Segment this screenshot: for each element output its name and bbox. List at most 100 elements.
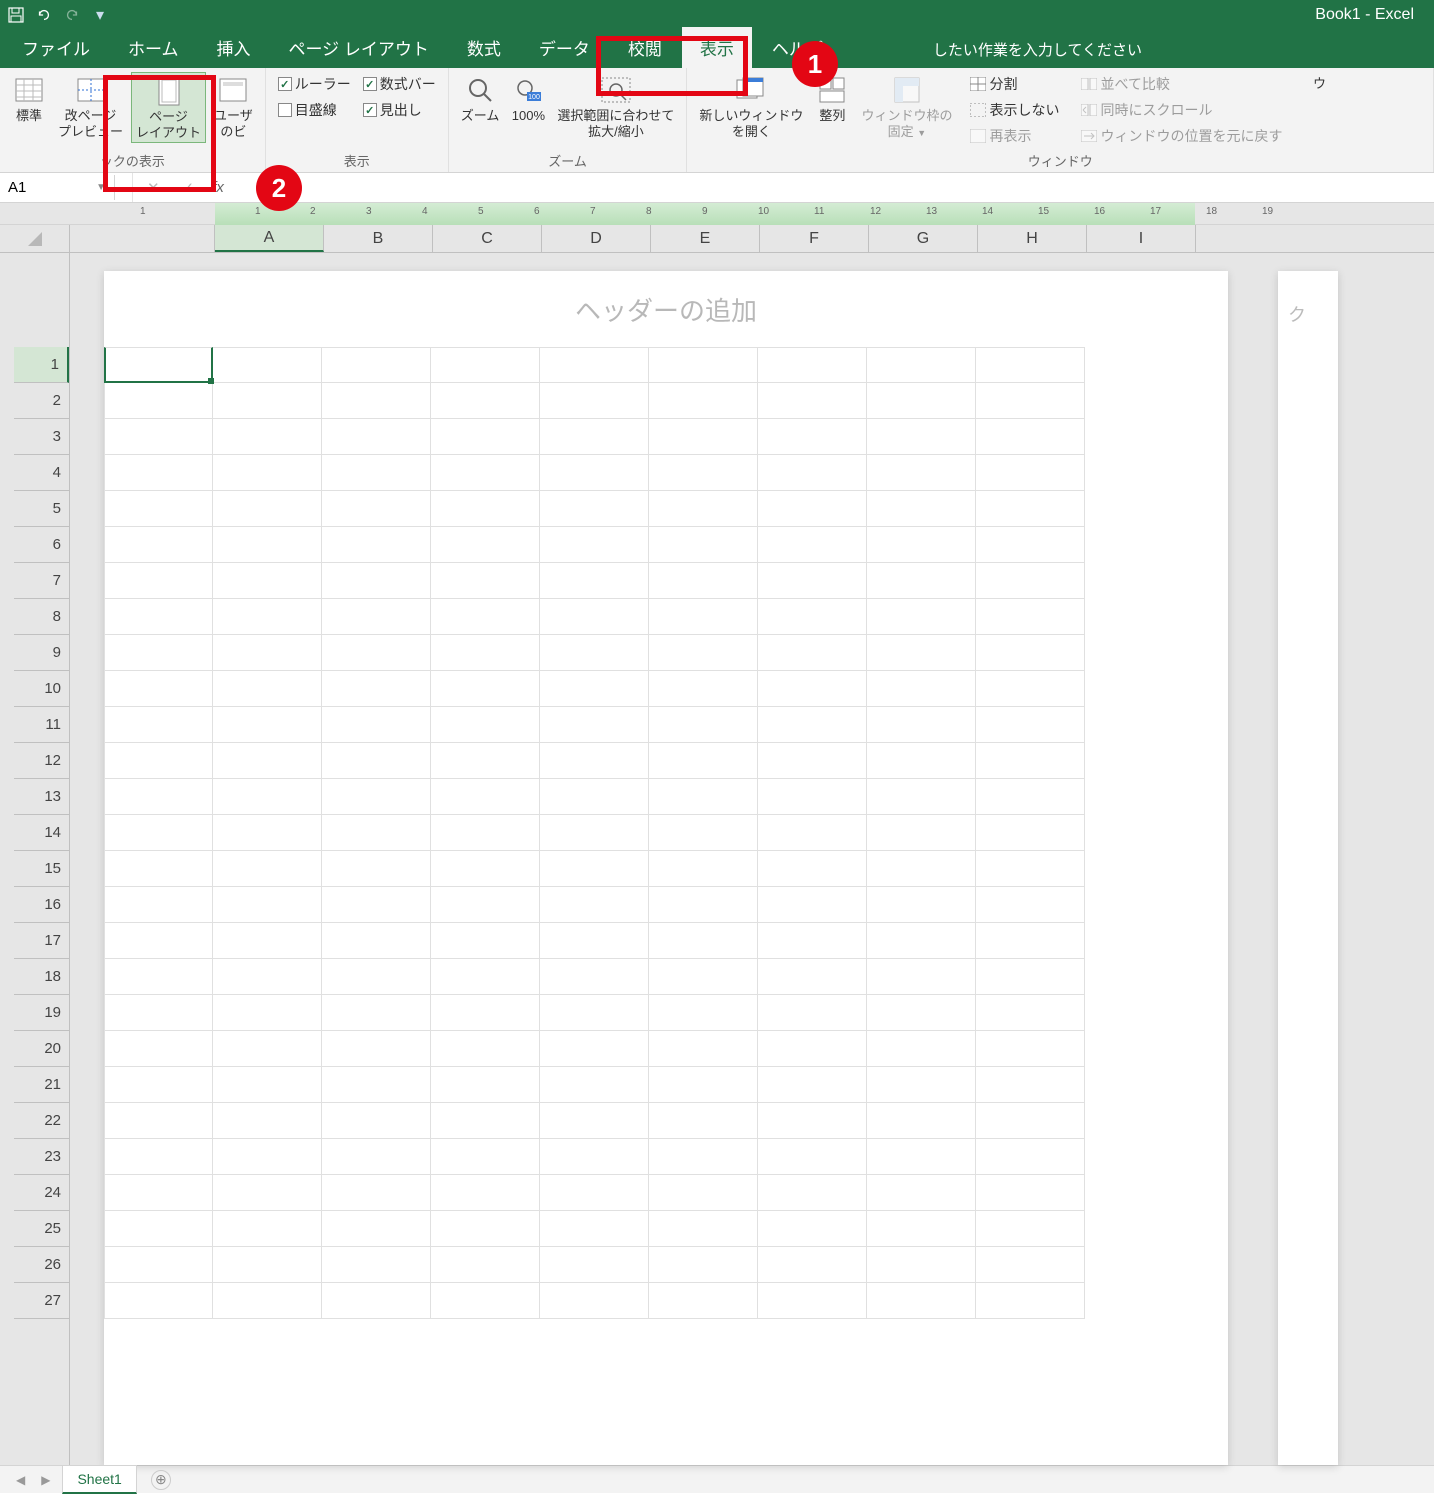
cell[interactable] [322, 959, 431, 995]
cell[interactable] [867, 563, 976, 599]
row-header-21[interactable]: 21 [14, 1067, 69, 1103]
cell[interactable] [976, 1031, 1085, 1067]
cell[interactable] [976, 491, 1085, 527]
cell[interactable] [213, 491, 322, 527]
cell[interactable] [867, 1211, 976, 1247]
row-header-19[interactable]: 19 [14, 995, 69, 1031]
cell[interactable] [431, 1103, 540, 1139]
cell[interactable] [540, 959, 649, 995]
cell[interactable] [867, 923, 976, 959]
row-header-15[interactable]: 15 [14, 851, 69, 887]
row-header-1[interactable]: 1 [14, 347, 69, 383]
cell[interactable] [976, 563, 1085, 599]
cell[interactable] [322, 563, 431, 599]
cell[interactable] [649, 1175, 758, 1211]
cell[interactable] [867, 1103, 976, 1139]
cell[interactable] [104, 1175, 213, 1211]
select-all-triangle[interactable] [0, 225, 70, 252]
cell[interactable] [322, 527, 431, 563]
row-header-10[interactable]: 10 [14, 671, 69, 707]
cell[interactable] [322, 1211, 431, 1247]
redo-icon[interactable] [64, 7, 80, 23]
cell[interactable] [104, 563, 213, 599]
cell[interactable] [649, 455, 758, 491]
cell[interactable] [976, 1067, 1085, 1103]
cell[interactable] [104, 1283, 213, 1319]
cell[interactable] [431, 707, 540, 743]
add-sheet-button[interactable]: ⊕ [151, 1470, 171, 1490]
cell[interactable] [431, 851, 540, 887]
cell[interactable] [213, 1139, 322, 1175]
cell[interactable] [104, 671, 213, 707]
cell[interactable] [649, 1103, 758, 1139]
cell[interactable] [213, 851, 322, 887]
cell[interactable] [976, 671, 1085, 707]
cell[interactable] [104, 995, 213, 1031]
cell[interactable] [540, 743, 649, 779]
cell[interactable] [431, 491, 540, 527]
cell[interactable] [431, 671, 540, 707]
cell[interactable] [758, 347, 867, 383]
cell[interactable] [322, 1103, 431, 1139]
col-header-d[interactable]: D [542, 225, 651, 252]
cell[interactable] [867, 635, 976, 671]
gridlines-checkbox[interactable]: 目盛線 [274, 98, 355, 122]
cell[interactable] [867, 1247, 976, 1283]
cell[interactable] [976, 1247, 1085, 1283]
cell[interactable] [976, 779, 1085, 815]
cell[interactable] [758, 1283, 867, 1319]
cell[interactable] [213, 347, 322, 383]
cell[interactable] [540, 923, 649, 959]
cell[interactable] [867, 995, 976, 1031]
cell[interactable] [540, 995, 649, 1031]
row-header-9[interactable]: 9 [14, 635, 69, 671]
cell[interactable] [540, 491, 649, 527]
cell[interactable] [540, 1175, 649, 1211]
cell[interactable] [540, 599, 649, 635]
cell[interactable] [104, 1139, 213, 1175]
cell[interactable] [322, 635, 431, 671]
cell[interactable] [104, 851, 213, 887]
cell[interactable] [758, 455, 867, 491]
cell[interactable] [758, 599, 867, 635]
cell[interactable] [322, 815, 431, 851]
cell[interactable] [976, 419, 1085, 455]
row-header-3[interactable]: 3 [14, 419, 69, 455]
cell[interactable] [213, 779, 322, 815]
cell[interactable] [649, 1247, 758, 1283]
unhide-button[interactable]: 再表示 [966, 124, 1063, 148]
cell[interactable] [322, 851, 431, 887]
cell[interactable] [104, 887, 213, 923]
cell[interactable] [322, 1175, 431, 1211]
cell[interactable] [976, 815, 1085, 851]
col-header-b[interactable]: B [324, 225, 433, 252]
cell[interactable] [867, 1031, 976, 1067]
cell[interactable] [540, 1067, 649, 1103]
cell[interactable] [758, 1211, 867, 1247]
cell[interactable] [758, 995, 867, 1031]
cell[interactable] [213, 455, 322, 491]
cell[interactable] [867, 455, 976, 491]
cell[interactable] [104, 959, 213, 995]
cell[interactable] [649, 1139, 758, 1175]
cell[interactable] [649, 563, 758, 599]
cell[interactable] [322, 599, 431, 635]
cell[interactable] [649, 347, 758, 383]
sheet-nav-prev-icon[interactable]: ◀ [12, 1473, 29, 1487]
cell[interactable] [322, 887, 431, 923]
cell[interactable] [213, 1103, 322, 1139]
cell[interactable] [867, 383, 976, 419]
row-header-25[interactable]: 25 [14, 1211, 69, 1247]
cell[interactable] [649, 779, 758, 815]
normal-view-button[interactable]: 標準 [8, 72, 50, 126]
cell[interactable] [976, 347, 1085, 383]
row-header-4[interactable]: 4 [14, 455, 69, 491]
cell[interactable] [649, 743, 758, 779]
cell[interactable] [976, 707, 1085, 743]
tab-file[interactable]: ファイル [4, 27, 108, 68]
cell[interactable] [540, 851, 649, 887]
cell[interactable] [867, 743, 976, 779]
cell[interactable] [104, 1031, 213, 1067]
col-header-c[interactable]: C [433, 225, 542, 252]
cell[interactable] [431, 383, 540, 419]
